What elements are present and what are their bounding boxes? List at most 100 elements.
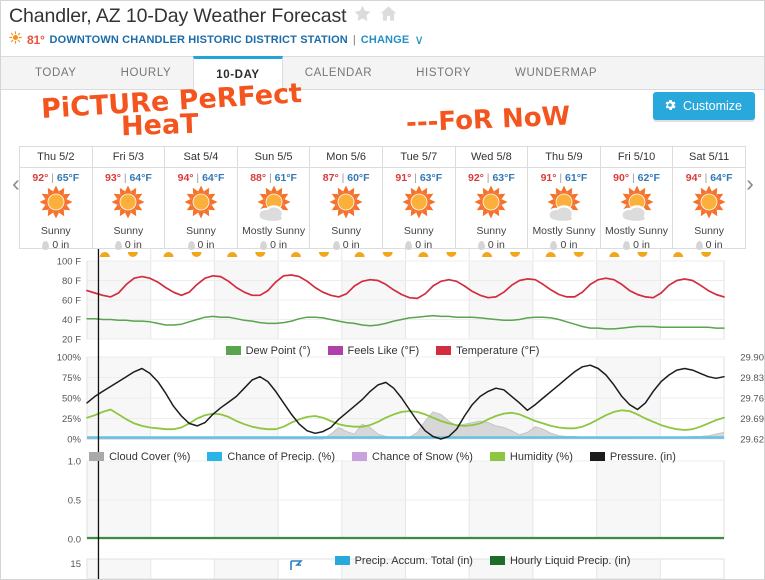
sunny-icon [468, 186, 514, 224]
forecast-day-label: Fri 5/10 [600, 147, 673, 168]
legend-pressure[interactable]: Pressure. (in) [589, 450, 676, 463]
legend-label: Temperature (°F) [456, 344, 540, 357]
legend-label: Dew Point (°) [245, 344, 311, 357]
forecast-condition: Sunny [40, 225, 71, 237]
tab-hourly[interactable]: HOURLY [99, 57, 194, 89]
tab-history[interactable]: HISTORY [394, 57, 493, 89]
station-name-link[interactable]: DOWNTOWN CHANDLER HISTORIC DISTRICT STAT… [50, 33, 348, 47]
forecast-day-column[interactable]: Sun 5/5 88° | 61°F Mostly Sunny 0 in [237, 147, 311, 251]
mostly-sunny-icon [614, 186, 660, 224]
legend-dew-point[interactable]: Dew Point (°) [225, 344, 311, 357]
svg-text:0.0: 0.0 [68, 535, 81, 546]
svg-text:29.69: 29.69 [740, 414, 764, 425]
forecast-day-column[interactable]: Mon 5/6 87° | 60°F Sunny 0 in [310, 147, 383, 251]
forecast-day-column[interactable]: Thu 5/2 92° | 65°F Sunny 0 in [20, 147, 93, 251]
forecast-high: 87° [322, 172, 339, 184]
forecast-day-label: Thu 5/2 [20, 147, 92, 168]
star-icon[interactable] [353, 4, 372, 28]
forecast-low: 63°F [419, 172, 443, 184]
sun-icon [9, 31, 22, 48]
home-icon[interactable] [379, 4, 398, 28]
sunny-icon [33, 186, 79, 224]
legend-label: Cloud Cover (%) [109, 450, 191, 463]
forecast-charts-svg[interactable]: 100 F80 F60 F40 F20 F100%75%50%25%0%29.9… [1, 249, 764, 579]
sunset-marker [510, 252, 521, 257]
sunset-marker [573, 252, 584, 257]
svg-text:75%: 75% [62, 373, 82, 384]
sunset-marker [382, 252, 393, 257]
forecast-condition: Sunny [186, 225, 216, 237]
mostly-sunny-icon [251, 186, 297, 224]
legend-label: Precip. Accum. Total (in) [354, 554, 473, 567]
sunset-marker [446, 252, 457, 257]
forecast-high: 90° [613, 172, 630, 184]
legend-label: Pressure. (in) [609, 450, 676, 463]
tab-wundermap[interactable]: WUNDERMAP [493, 57, 619, 89]
svg-text:50%: 50% [62, 394, 82, 405]
separator: | [352, 33, 356, 46]
svg-text:100 F: 100 F [57, 257, 81, 268]
chevron-down-icon[interactable]: ∨ [414, 32, 424, 47]
forecast-condition: Sunny [476, 225, 507, 237]
legend-hourly-liquid-precip[interactable]: Hourly Liquid Precip. (in) [489, 554, 631, 567]
forecast-temps: 87° | 60°F [322, 172, 370, 184]
change-station-link[interactable]: CHANGE [361, 33, 410, 47]
svg-text:29.83: 29.83 [740, 373, 764, 384]
forecast-condition: Sunny [694, 225, 725, 237]
forecast-day-column[interactable]: Sat 5/4 94° | 64°F Sunny 0 in [165, 147, 238, 251]
forecast-day-column[interactable]: Sat 5/11 94° | 64°F Sunny 0 in [673, 147, 746, 251]
sunrise-marker [418, 252, 429, 257]
legend-cloud-cover[interactable]: Cloud Cover (%) [89, 451, 190, 463]
sunrise-marker [227, 252, 238, 257]
legend-precip-accum[interactable]: Precip. Accum. Total (in) [334, 554, 473, 567]
annotation-layer: PiCTURe PeRFect HeaT ---FoR NoW Customiz… [1, 78, 764, 146]
next-days-arrow[interactable]: › [741, 172, 759, 195]
forecast-high: 92° [467, 172, 484, 184]
forecast-temps: 91° | 63°F [395, 172, 443, 184]
legend-humidity[interactable]: Humidity (%) [489, 451, 573, 463]
page-header: Chandler, AZ 10-Day Weather Forecast 81°… [1, 1, 764, 48]
legend-temperature[interactable]: Temperature (°F) [436, 345, 539, 357]
sunset-marker [255, 252, 266, 257]
forecast-low: 65°F [56, 172, 80, 184]
legend-chance-snow[interactable]: Chance of Snow (%) [352, 451, 473, 463]
gear-icon [663, 98, 677, 115]
forecast-day-label: Sat 5/4 [165, 147, 237, 168]
sunny-icon [686, 186, 732, 224]
forecast-condition: Sunny [403, 225, 434, 237]
sunny-icon [105, 186, 151, 224]
legend-chance-precip[interactable]: Chance of Precip. (%) [207, 451, 335, 463]
weather-forecast-page: Chandler, AZ 10-Day Weather Forecast 81°… [0, 0, 765, 580]
prev-days-arrow[interactable]: ‹ [7, 172, 25, 195]
svg-text:0%: 0% [67, 435, 81, 446]
forecast-day-column[interactable]: Fri 5/10 90° | 62°F Mostly Sunny 0 in [600, 147, 674, 251]
forecast-day-column[interactable]: Thu 5/9 91° | 61°F Mostly Sunny 0 in [528, 147, 601, 251]
legend-feels-like[interactable]: Feels Like (°F) [327, 345, 419, 357]
svg-text:60 F: 60 F [62, 296, 81, 307]
sunny-icon [178, 186, 224, 224]
page-title-text: Chandler, AZ 10-Day Weather Forecast [9, 5, 347, 27]
forecast-day-label: Fri 5/3 [92, 147, 165, 168]
forecast-high: 94° [685, 172, 702, 184]
forecast-day-column[interactable]: Fri 5/3 93° | 64°F Sunny 0 in [92, 147, 166, 251]
sunset-marker [637, 252, 648, 257]
legend-label: Chance of Precip. (%) [227, 450, 336, 463]
sunset-marker [191, 252, 202, 257]
tab-today[interactable]: TODAY [13, 57, 99, 89]
forecast-high: 88° [250, 172, 267, 184]
forecast-day-label: Tue 5/7 [382, 147, 455, 168]
station-bar: 81° DOWNTOWN CHANDLER HISTORIC DISTRICT … [9, 31, 764, 48]
forecast-day-column[interactable]: Tue 5/7 91° | 63°F Sunny 0 in [382, 147, 456, 251]
customize-button[interactable]: Customize [652, 92, 755, 120]
forecast-day-label: Sat 5/11 [673, 147, 745, 168]
sunrise-marker [99, 252, 110, 257]
nav-tabs: TODAY HOURLY 10-DAY CALENDAR HISTORY WUN… [1, 56, 764, 90]
forecast-temps: 92° | 63°F [467, 172, 515, 184]
sunset-marker [701, 252, 712, 257]
forecast-day-column[interactable]: Wed 5/8 92° | 63°F Sunny 0 in [455, 147, 529, 251]
forecast-low: 64°F [202, 172, 225, 184]
legend-label: Hourly Liquid Precip. (in) [509, 554, 631, 567]
forecast-condition: Sunny [113, 225, 144, 237]
forecast-temps: 90° | 62°F [613, 172, 660, 184]
sunrise-marker [290, 252, 301, 257]
